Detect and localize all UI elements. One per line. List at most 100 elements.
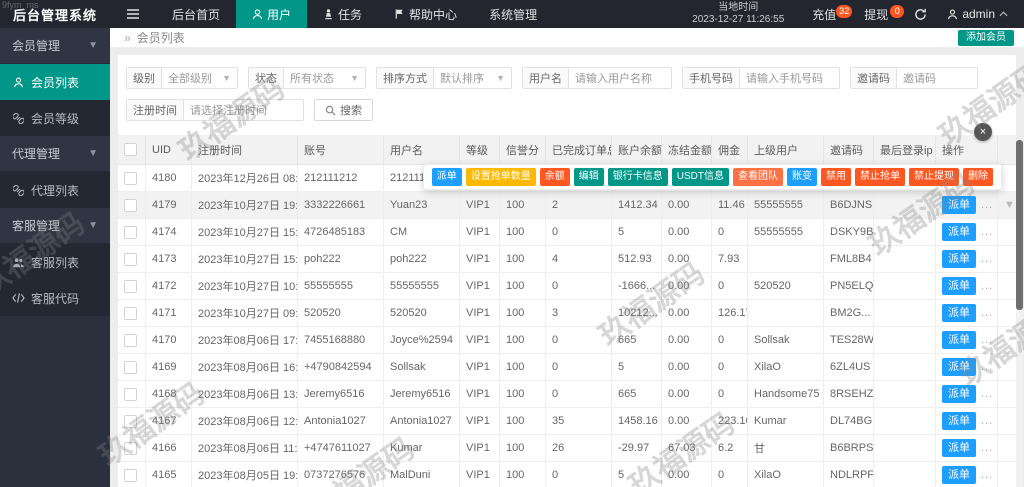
admin-user-menu[interactable]: admin [939, 7, 1024, 21]
sidebar-item-4[interactable]: 代理列表 [0, 172, 110, 208]
withdraw-button[interactable]: 提现 0 [850, 4, 905, 23]
regtime-filter-input[interactable]: 请选择注册时间 [184, 100, 303, 120]
toolbar-action-button[interactable]: 银行卡信息 [607, 168, 668, 186]
regtime-filter-label: 注册时间 [127, 100, 184, 120]
search-button[interactable]: 搜索 [314, 99, 373, 121]
recharge-button[interactable]: 充值 32 [798, 4, 853, 23]
person-icon [12, 77, 25, 88]
level-filter-select[interactable]: 全部级别 ▼ [162, 68, 237, 88]
row-checkbox[interactable] [124, 252, 137, 266]
close-toolbar-button[interactable]: × [974, 123, 992, 141]
row-checkbox[interactable] [124, 441, 137, 455]
sidebar-group-0[interactable]: 会员管理 ▼ [0, 28, 110, 64]
table-body: 41802023年12月26日 08:55:252121112122121112… [118, 165, 1016, 487]
row-action-toolbar: 派单 设置抢单数量 余额 编辑 银行卡信息 USDT信息 查看团队 账变 禁用 禁止抢单 禁止提现删… [422, 164, 1002, 190]
toolbar-action-button[interactable]: 设置抢单数量 [465, 168, 536, 186]
toolbar-action-button[interactable]: USDT信息 [671, 168, 729, 186]
toolbar-action-button[interactable]: 编辑 [573, 168, 604, 186]
hamburger-menu-icon[interactable] [110, 0, 156, 28]
cell-commission: 0 [712, 219, 748, 245]
cell-frozen: 0.00 [662, 246, 712, 272]
more-actions-button[interactable]: ... [981, 280, 993, 292]
toolbar-action-button[interactable]: 禁止抢单 [855, 168, 905, 186]
cell-username: MalDuni [384, 462, 460, 487]
more-actions-button[interactable]: ... [981, 199, 993, 211]
sidebar-item-7[interactable]: 客服代码 [0, 280, 110, 316]
dispatch-order-button[interactable]: 派单 [942, 223, 976, 241]
row-checkbox[interactable] [124, 279, 137, 293]
cell-frozen: 0.00 [662, 192, 712, 218]
cell-reg_time: 2023年10月27日 19:25:48 [192, 192, 298, 218]
status-filter-select[interactable]: 所有状态 ▼ [284, 68, 365, 88]
nav-item-help-center[interactable]: 帮助中心 [378, 0, 473, 28]
more-actions-button[interactable]: ... [981, 415, 993, 427]
row-checkbox[interactable] [124, 333, 137, 347]
dispatch-order-button[interactable]: 派单 [942, 196, 976, 214]
row-checkbox[interactable] [124, 225, 137, 239]
cell-invite: B6BRPS [824, 435, 874, 461]
nav-item-system[interactable]: 系统管理 [473, 0, 553, 28]
nav-label: 帮助中心 [409, 7, 458, 22]
sort-filter[interactable]: 排序方式 默认排序 ▼ [376, 67, 512, 89]
dispatch-order-button[interactable]: 派单 [942, 277, 976, 295]
select-all-checkbox[interactable] [124, 143, 137, 156]
more-actions-button[interactable]: ... [981, 469, 993, 481]
more-actions-button[interactable]: ... [981, 361, 993, 373]
dispatch-order-button[interactable]: 派单 [942, 385, 976, 403]
phone-filter-input[interactable]: 请输入手机号码 [740, 68, 839, 88]
dispatch-order-button[interactable]: 派单 [942, 331, 976, 349]
sidebar-group-3[interactable]: 代理管理 ▼ [0, 136, 110, 172]
sidebar-item-1[interactable]: 会员列表 [0, 64, 110, 100]
invite-code-filter-input[interactable]: 邀请码 [897, 68, 977, 88]
row-select-cell [118, 246, 146, 272]
row-checkbox[interactable] [124, 198, 137, 212]
row-checkbox[interactable] [124, 171, 137, 185]
dispatch-order-button[interactable]: 派单 [942, 358, 976, 376]
toolbar-action-button[interactable]: 禁用 [821, 168, 851, 186]
row-checkbox[interactable] [124, 468, 137, 482]
row-checkbox[interactable] [124, 360, 137, 374]
username-filter-input[interactable]: 请输入用户名称 [569, 68, 671, 88]
expand-row-chevron-icon[interactable]: ▼ [1004, 199, 1014, 211]
cell-commission: 0 [712, 381, 748, 407]
toolbar-action-button[interactable]: 派单 [431, 168, 462, 186]
toolbar-action-button[interactable]: 查看团队 [733, 168, 783, 186]
row-actions-cell: 派单... [936, 435, 998, 461]
cell-account: Antonia1027 [298, 408, 384, 434]
row-checkbox[interactable] [124, 414, 137, 428]
nav-item-tasks[interactable]: 任务 [307, 0, 378, 28]
row-checkbox[interactable] [124, 306, 137, 320]
more-actions-button[interactable]: ... [981, 442, 993, 454]
table-row: 41742023年10月27日 15:09:044726485183CMVIP1… [118, 219, 1016, 246]
cell-balance: 5 [612, 354, 662, 380]
scrollbar-thumb[interactable] [1016, 140, 1023, 310]
flag-icon [395, 9, 403, 19]
dispatch-order-button[interactable]: 派单 [942, 250, 976, 268]
row-checkbox[interactable] [124, 387, 137, 401]
more-actions-button[interactable]: ... [981, 334, 993, 346]
toolbar-action-button[interactable]: 余额 [539, 168, 570, 186]
dispatch-order-button[interactable]: 派单 [942, 412, 976, 430]
add-member-button[interactable]: 添加会员 [958, 30, 1014, 46]
dispatch-order-button[interactable]: 派单 [942, 466, 976, 484]
cell-orders: 3 [546, 300, 612, 326]
more-actions-button[interactable]: ... [981, 253, 993, 265]
sidebar-group-label: 代理管理 [12, 147, 61, 161]
dispatch-order-button[interactable]: 派单 [942, 304, 976, 322]
nav-item-users[interactable]: 用户 [236, 0, 308, 28]
toolbar-action-button[interactable]: 账变 [787, 168, 817, 186]
dispatch-order-button[interactable]: 派单 [942, 439, 976, 457]
sidebar-item-2[interactable]: 会员等级 [0, 100, 110, 136]
more-actions-button[interactable]: ... [981, 307, 993, 319]
sidebar-group-5[interactable]: 客服管理 ▼ [0, 208, 110, 244]
more-actions-button[interactable]: ... [981, 388, 993, 400]
status-filter[interactable]: 状态 所有状态 ▼ [248, 67, 366, 89]
toolbar-action-button[interactable]: 禁止提现 [909, 168, 959, 186]
toolbar-action-button[interactable]: 删除 [963, 168, 993, 186]
level-filter[interactable]: 级别 全部级别 ▼ [126, 67, 238, 89]
sidebar-item-6[interactable]: 客服列表 [0, 244, 110, 280]
refresh-button[interactable] [902, 8, 939, 21]
sort-filter-select[interactable]: 默认排序 ▼ [434, 68, 511, 88]
nav-item-home[interactable]: 后台首页 [156, 0, 236, 28]
more-actions-button[interactable]: ... [981, 226, 993, 238]
